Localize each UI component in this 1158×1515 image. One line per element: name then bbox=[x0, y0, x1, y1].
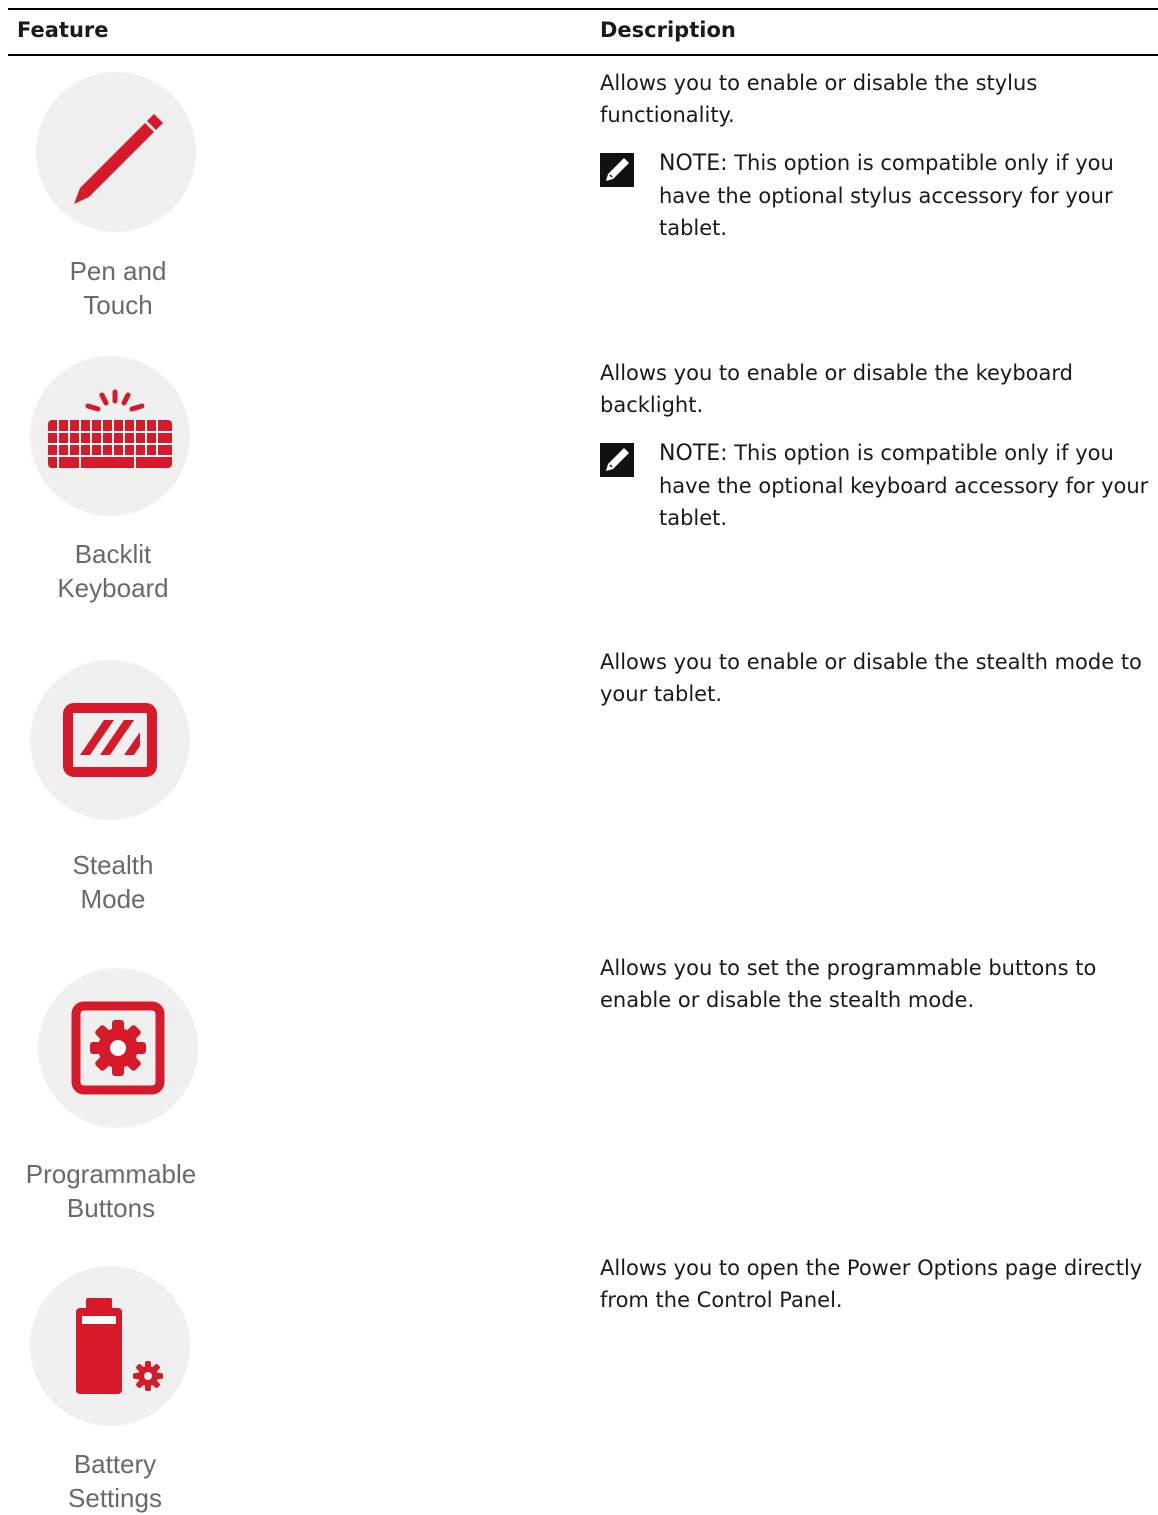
feature-label: Pen and Touch bbox=[69, 256, 167, 320]
feature-label: Programmable Buttons bbox=[25, 1159, 197, 1223]
feature-description: Allows you to enable or disable the styl… bbox=[600, 71, 1038, 127]
feature-column-header: Feature bbox=[17, 18, 109, 42]
note-body: NOTE: This option is compatible only if … bbox=[659, 437, 1149, 534]
feature-description: Allows you to set the programmable butto… bbox=[600, 956, 1097, 1012]
table-row: Stealth Mode Allows you to enable or dis… bbox=[8, 632, 1158, 942]
description-column-header: Description bbox=[600, 18, 736, 42]
feature-label: Backlit Keyboard bbox=[57, 539, 169, 603]
note: NOTE: This option is compatible only if … bbox=[600, 147, 1150, 247]
note-label: NOTE: bbox=[659, 151, 728, 176]
table-row: Backlit Keyboard Allows you to enable or… bbox=[8, 342, 1158, 632]
feature-description: Allows you to enable or disable the keyb… bbox=[600, 361, 1073, 417]
note-pencil-icon bbox=[600, 443, 634, 477]
battery-settings-icon bbox=[30, 1266, 190, 1426]
table-row: Pen and Touch Allows you to enable or di… bbox=[8, 52, 1158, 342]
stealth-mode-icon bbox=[30, 660, 190, 820]
feature-label: Battery Settings bbox=[68, 1449, 162, 1513]
note-text: This option is compatible only if you ha… bbox=[659, 151, 1114, 240]
table-row: Programmable Buttons Allows you to set t… bbox=[8, 942, 1158, 1242]
keyboard-icon bbox=[30, 356, 190, 516]
table-header: Feature Description bbox=[8, 8, 1158, 56]
note-body: NOTE: This option is compatible only if … bbox=[659, 147, 1149, 244]
note: NOTE: This option is compatible only if … bbox=[600, 437, 1150, 537]
feature-label: Stealth Mode bbox=[72, 850, 154, 914]
feature-description: Allows you to open the Power Options pag… bbox=[600, 1256, 1143, 1312]
note-text: This option is compatible only if you ha… bbox=[659, 441, 1149, 530]
table-row: Battery Settings Allows you to open the … bbox=[8, 1242, 1158, 1514]
note-pencil-icon bbox=[600, 153, 634, 187]
feature-description: Allows you to enable or disable the stea… bbox=[600, 650, 1142, 706]
pen-icon bbox=[36, 72, 196, 232]
note-label: NOTE: bbox=[659, 441, 728, 466]
gear-button-icon bbox=[38, 968, 198, 1128]
